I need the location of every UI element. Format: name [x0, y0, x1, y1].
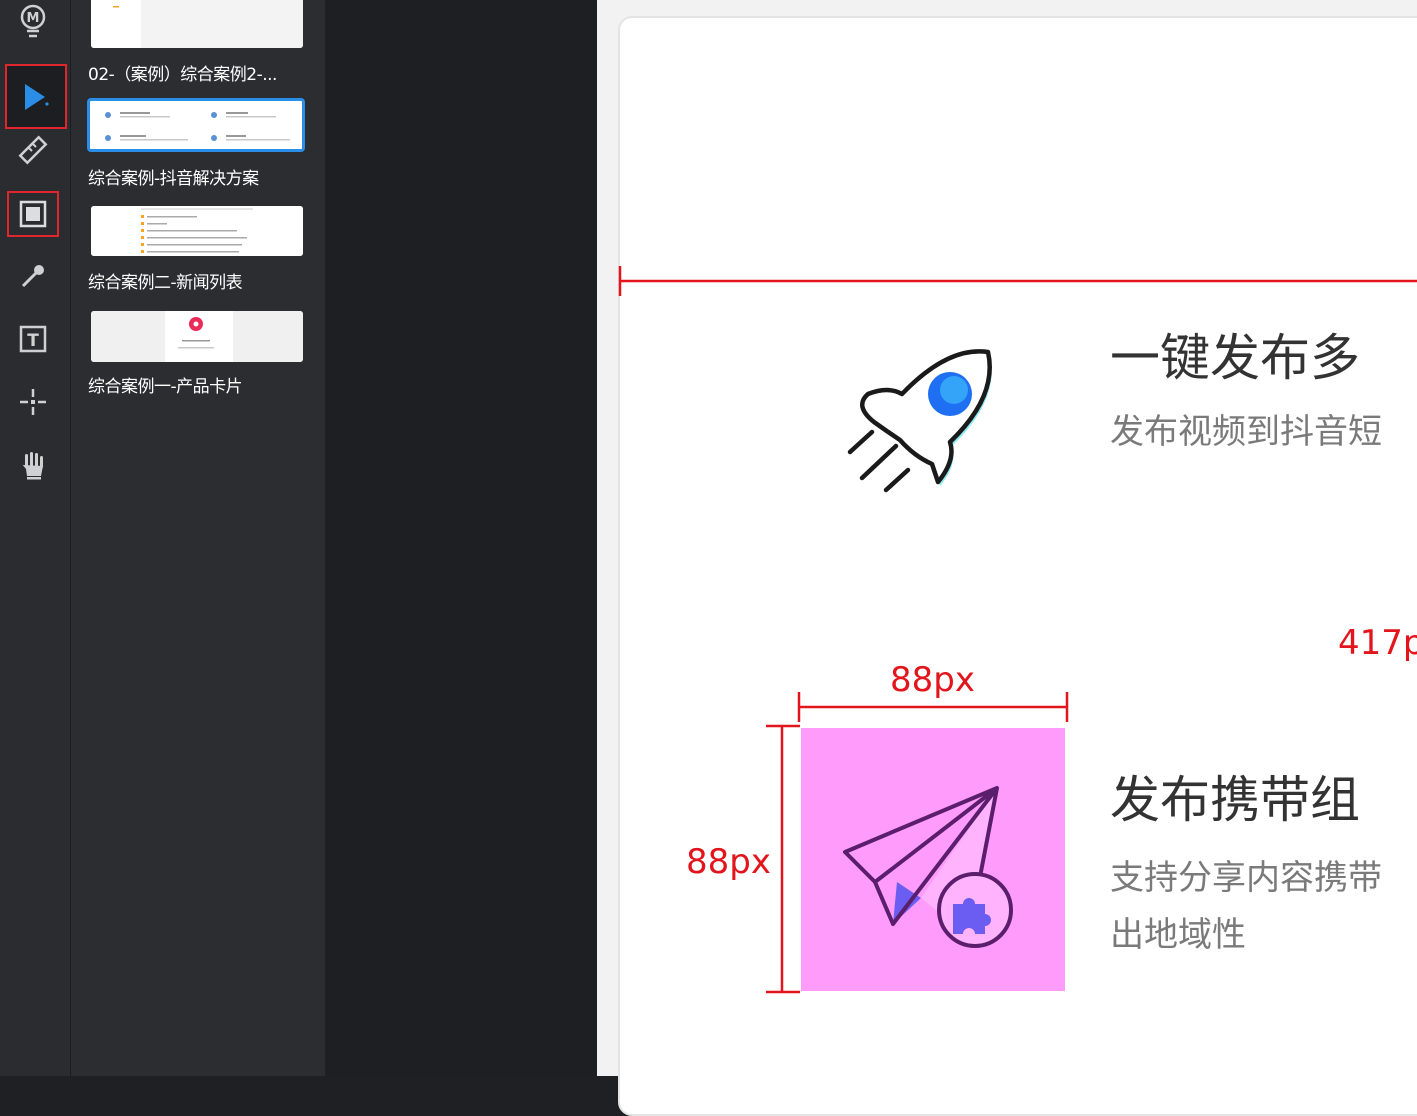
- eyedropper-tool-button[interactable]: [10, 253, 56, 299]
- select-tool-button[interactable]: [5, 64, 67, 129]
- page-label: 02-（案例）综合案例2-...: [88, 65, 277, 85]
- distance-measure-line: [618, 266, 1417, 296]
- tool-bar: M T: [0, 0, 71, 1076]
- logo-icon: M: [10, 0, 56, 44]
- height-dimension-line: [766, 724, 800, 994]
- crosshair-tool-button[interactable]: [10, 379, 56, 425]
- distance-label: 417p: [1338, 623, 1417, 663]
- page-thumbnail[interactable]: [91, 0, 303, 48]
- page-label: 综合案例二-新闻列表: [88, 273, 243, 293]
- artboard-tool-button[interactable]: [7, 191, 59, 237]
- feature-description: 发布视频到抖音短: [1110, 412, 1382, 452]
- artboard-icon: [19, 200, 47, 228]
- page-thumbnail[interactable]: [91, 206, 303, 256]
- hand-icon: [22, 452, 43, 480]
- hand-tool-button[interactable]: [10, 442, 56, 488]
- pages-panel: 02-（案例）综合案例2-... 综合案例-抖音解决方案 综合案例二-新闻列表 …: [71, 0, 325, 1076]
- ruler-tool-button[interactable]: [10, 127, 56, 173]
- feature-title: 发布携带组: [1110, 771, 1360, 829]
- page-label: 综合案例-抖音解决方案: [88, 169, 259, 189]
- svg-text:M: M: [27, 11, 40, 26]
- page-thumbnail[interactable]: [87, 98, 305, 152]
- ruler-icon: [18, 135, 48, 165]
- text-tool-button[interactable]: T: [10, 316, 56, 362]
- page-thumbnail[interactable]: [91, 311, 303, 362]
- paper-plane-puzzle-icon: [843, 786, 1013, 948]
- eyedropper-icon: [21, 265, 44, 288]
- rocket-icon: [847, 349, 992, 493]
- feature-title: 一键发布多: [1110, 329, 1360, 387]
- select-pointer-icon: [25, 83, 49, 110]
- feature-description-line2: 出地域性: [1110, 915, 1246, 955]
- page-label: 综合案例一-产品卡片: [88, 377, 243, 397]
- svg-text:T: T: [27, 331, 39, 351]
- height-label: 88px: [686, 842, 771, 882]
- text-tool-icon: T: [19, 325, 47, 353]
- width-dimension-line: [797, 692, 1069, 722]
- crosshair-icon: [20, 389, 46, 415]
- feature-description-line1: 支持分享内容携带: [1110, 858, 1382, 898]
